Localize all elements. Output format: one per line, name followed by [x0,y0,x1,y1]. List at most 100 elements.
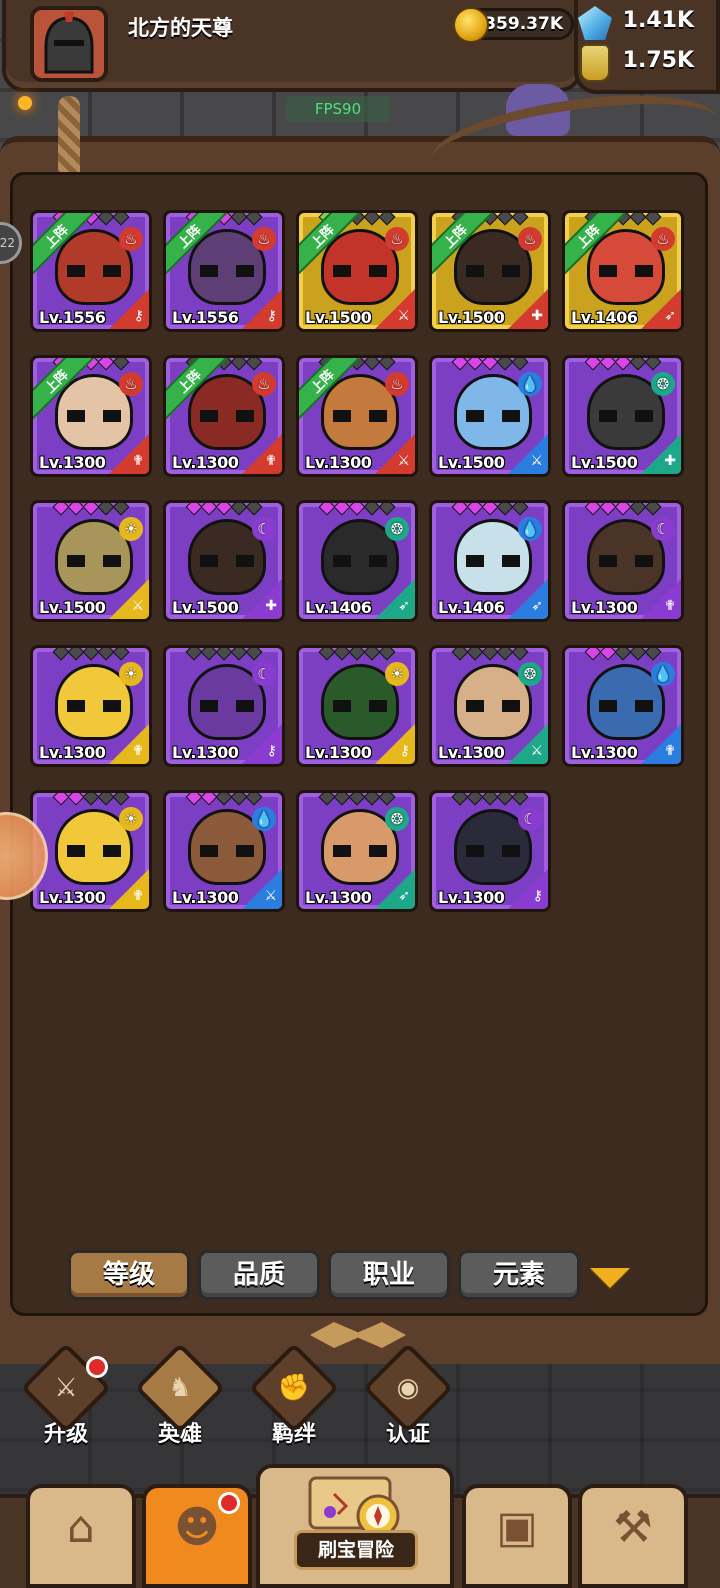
class-icon: ⚷ [399,743,410,759]
class-icon: ⚔ [264,888,277,904]
hero-eyes [333,700,387,712]
side-tag-text: 22 [0,236,15,250]
hero-card[interactable]: 💧 ➶ Lv.1406 [429,500,551,622]
fire-element-icon: ♨ [651,227,675,251]
star-icon [348,503,366,516]
hero-level: Lv.1300 [305,743,372,762]
star-icon [614,648,632,661]
potion-counter[interactable]: 1.75K [623,48,694,73]
star-icon [67,648,85,661]
class-icon: ✟ [132,743,144,759]
light-element-icon: ☀ [119,662,143,686]
adventure-label: 刷宝冒险 [294,1530,418,1570]
hero-card[interactable]: 上阵 ♨ ⚷ Lv.1556 [30,210,152,332]
hero-card[interactable]: ❂ ➶ Lv.1406 [296,500,418,622]
sub-nav-item[interactable]: ◉ 认证 [360,1342,456,1448]
hero-card[interactable]: ☾ ✚ Lv.1500 [163,500,285,622]
star-rating [185,648,263,661]
star-icon [112,793,130,806]
player-avatar[interactable] [30,6,108,82]
hero-eyes [466,410,520,422]
hero-card[interactable]: 上阵 ♨ ➶ Lv.1406 [562,210,684,332]
class-icon: ⚔ [131,598,144,614]
star-icon [466,648,484,661]
hero-level: Lv.1556 [39,308,106,327]
star-icon [245,793,263,806]
inventory-tab[interactable]: ▣ [462,1484,572,1588]
star-icon [52,648,70,661]
coin-counter[interactable]: 359.37K [453,7,574,43]
star-icon [644,648,662,661]
hero-card[interactable]: 💧 ⚔ Lv.1300 [163,790,285,912]
hero-card[interactable]: ☾ ✟ Lv.1300 [562,500,684,622]
hero-card[interactable]: ☀ ✟ Lv.1300 [30,645,152,767]
hero-card[interactable]: ❂ ⚔ Lv.1300 [429,645,551,767]
fire-element-icon: ♨ [252,372,276,396]
hero-card[interactable]: ☾ ⚷ Lv.1300 [429,790,551,912]
hero-card[interactable]: 💧 ⚔ Lv.1500 [429,355,551,477]
fire-element-icon: ♨ [119,227,143,251]
star-icon [496,213,514,226]
sort-tab[interactable]: 等级 [68,1250,190,1300]
gem-counter[interactable]: 1.41K [623,8,694,33]
hero-card[interactable]: 上阵 ♨ ✟ Lv.1300 [30,355,152,477]
wind-element-icon: ❂ [651,372,675,396]
star-icon [481,358,499,371]
hero-card[interactable]: ☀ ⚔ Lv.1500 [30,500,152,622]
hero-level: Lv.1500 [39,598,106,617]
star-icon [451,648,469,661]
water-element-icon: 💧 [252,807,276,831]
hero-card[interactable]: 上阵 ♨ ⚷ Lv.1556 [163,210,285,332]
hero-card[interactable]: ☀ ✟ Lv.1300 [30,790,152,912]
star-icon [333,503,351,516]
star-icon [466,358,484,371]
star-icon [378,793,396,806]
sort-tab[interactable]: 品质 [198,1250,320,1300]
hero-card[interactable]: ☾ ⚷ Lv.1300 [163,645,285,767]
star-icon [451,358,469,371]
class-icon: ⚔ [530,743,543,759]
hero-card[interactable]: 上阵 ♨ ✚ Lv.1500 [429,210,551,332]
star-rating [451,648,529,661]
star-icon [82,648,100,661]
star-icon [511,793,529,806]
sub-nav-item[interactable]: ✊ 羁绊 [246,1342,342,1448]
hero-card[interactable]: ❂ ✚ Lv.1500 [562,355,684,477]
star-rating [451,793,529,806]
hero-eyes [599,555,653,567]
hero-card[interactable]: ❂ ➶ Lv.1300 [296,790,418,912]
hero-card[interactable]: 上阵 ♨ ⚔ Lv.1300 [296,355,418,477]
sort-tab[interactable]: 元素 [458,1250,580,1300]
hero-card[interactable]: ☀ ⚷ Lv.1300 [296,645,418,767]
hero-eyes [466,845,520,857]
hero-level: Lv.1556 [172,308,239,327]
star-icon [644,503,662,516]
fire-element-icon: ♨ [385,227,409,251]
hero-card[interactable]: 上阵 ♨ ✟ Lv.1300 [163,355,285,477]
hero-eyes [67,265,121,277]
star-rating [318,648,396,661]
star-icon [629,648,647,661]
sub-nav-item[interactable]: ⚔ 升级 [18,1342,114,1448]
heroes-tab[interactable]: ☻ [142,1484,252,1588]
star-icon [185,503,203,516]
sort-tab[interactable]: 职业 [328,1250,450,1300]
star-icon [511,503,529,516]
hero-card[interactable]: 上阵 ♨ ⚔ Lv.1500 [296,210,418,332]
star-rating [318,793,396,806]
sub-nav-item[interactable]: ♞ 英雄 [132,1342,228,1448]
water-element-icon: 💧 [651,662,675,686]
notification-dot [86,1356,108,1378]
star-icon [481,503,499,516]
star-rating [584,503,662,516]
shop-tab[interactable]: ⌂ [26,1484,136,1588]
hero-eyes [333,555,387,567]
forge-tab[interactable]: ⚒ [578,1484,688,1588]
chevron-down-icon[interactable] [590,1268,630,1288]
hero-card[interactable]: 💧 ✟ Lv.1300 [562,645,684,767]
hero-eyes [67,845,121,857]
hero-eyes [599,700,653,712]
star-icon [333,793,351,806]
game-screen: { "player": {"name": "北方的天尊"}, "resource… [0,0,720,1588]
star-icon [466,503,484,516]
